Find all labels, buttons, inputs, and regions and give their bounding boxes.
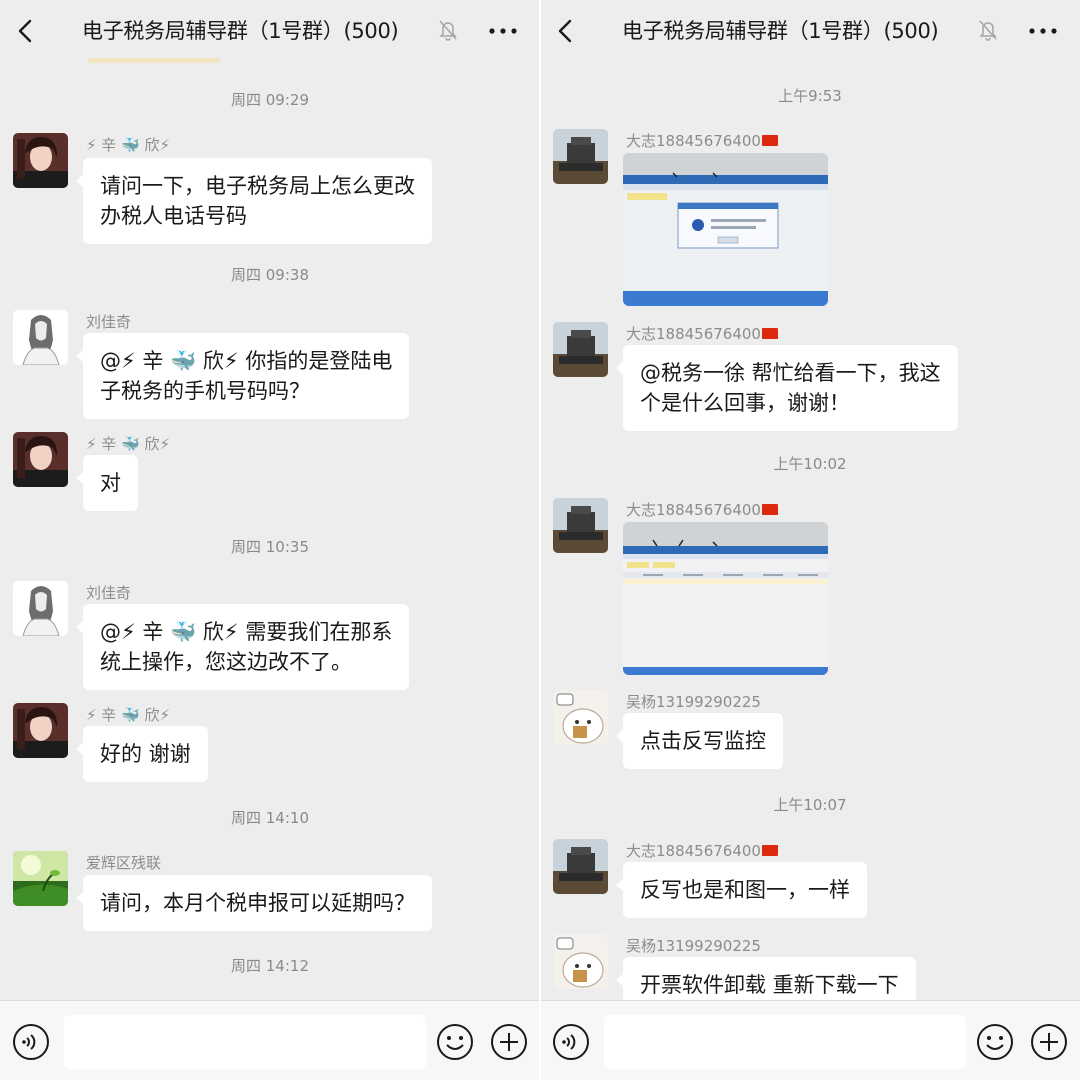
message-bubble[interactable]: 反写也是和图一，一样 xyxy=(616,862,867,918)
avatar-liujiaqi[interactable] xyxy=(13,581,68,636)
emoji-icon[interactable] xyxy=(436,1023,474,1061)
timestamp: 上午9:53 xyxy=(778,87,842,105)
input-bar xyxy=(540,1000,1080,1080)
message-bubble[interactable]: 请问一下，电子税务局上怎么更改 办税人电话号码 xyxy=(76,158,432,244)
timestamp: 周四 09:38 xyxy=(231,266,309,284)
message-line: 统上操作，您这边改不了。 xyxy=(100,650,352,674)
china-flag-icon xyxy=(761,328,778,339)
message-line: @税务一徐 帮忙给看一下，我这 xyxy=(640,361,941,385)
bell-off-icon xyxy=(979,20,997,41)
sender-label: 大志18845676400 xyxy=(626,325,761,343)
avatar-wuyang[interactable] xyxy=(553,934,608,989)
sender-name: 刘佳奇 xyxy=(86,584,132,602)
sender-name: ⚡ 辛 🐳 欣⚡ xyxy=(86,706,171,724)
message-line: 请问，本月个税申报可以延期吗？ xyxy=(100,891,415,915)
avatar-dazhi[interactable] xyxy=(553,498,608,553)
avatar-dazhi[interactable] xyxy=(553,322,608,377)
message-line: 好的 谢谢 xyxy=(100,742,191,766)
timestamp: 上午10:02 xyxy=(773,455,847,473)
message-line: @⚡ 辛 🐳 欣⚡ 需要我们在那系 xyxy=(100,620,393,644)
chat-title: 电子税务局辅导群（1号群）(500) xyxy=(82,19,399,43)
sender-name: 吴杨13199290225 xyxy=(626,937,761,955)
chevron-left-icon[interactable] xyxy=(14,16,36,46)
message-bubble[interactable]: @⚡ 辛 🐳 欣⚡ 你指的是登陆电 子税务的手机号码吗？ xyxy=(75,333,410,419)
timestamp: 周四 09:29 xyxy=(231,91,309,109)
message-line: 办税人电话号码 xyxy=(100,204,247,228)
message-line: 请问一下，电子税务局上怎么更改 xyxy=(100,174,415,198)
avatar-aihui[interactable] xyxy=(13,851,68,906)
china-flag-icon xyxy=(761,135,778,146)
timestamp: 周四 14:12 xyxy=(231,957,309,975)
sender-name: 吴杨13199290225 xyxy=(626,693,761,711)
avatar-dazhi[interactable] xyxy=(553,129,608,184)
message-bubble[interactable]: 对 xyxy=(76,455,138,511)
bell-off-icon xyxy=(439,20,457,41)
message-bubble[interactable]: 好的 谢谢 xyxy=(76,726,208,782)
chat-header: 电子税务局辅导群（1号群）(500) xyxy=(0,0,540,62)
plus-icon[interactable] xyxy=(1030,1023,1068,1061)
message-line: 对 xyxy=(100,471,121,495)
avatar-dazhi[interactable] xyxy=(553,839,608,894)
message-bubble[interactable]: 请问，本月个税申报可以延期吗？ xyxy=(76,875,432,931)
avatar-xin[interactable] xyxy=(13,703,68,758)
message-bubble[interactable]: @⚡ 辛 🐳 欣⚡ 需要我们在那系 统上操作，您这边改不了。 xyxy=(75,604,410,690)
timestamp: 周四 10:35 xyxy=(231,538,309,556)
screenshot-table-image xyxy=(623,522,828,675)
voice-icon[interactable] xyxy=(12,1023,50,1061)
sender-name: 大志18845676400 xyxy=(626,324,778,344)
sender-label: 大志18845676400 xyxy=(626,132,761,150)
timestamp: 上午10:07 xyxy=(773,796,847,814)
timestamp: 周四 14:10 xyxy=(231,809,309,827)
left-chat-panel: 电子税务局辅导群（1号群）(500) 周四 09:29 ⚡ 辛 🐳 欣⚡ 请问一… xyxy=(0,0,540,1080)
more-dots-icon[interactable] xyxy=(1026,18,1060,44)
message-bubble[interactable]: 点击反写监控 xyxy=(616,713,783,769)
emoji-icon[interactable] xyxy=(976,1023,1014,1061)
image-message[interactable] xyxy=(623,153,828,306)
panel-divider xyxy=(539,0,541,1080)
chevron-left-icon[interactable] xyxy=(554,16,576,46)
sender-name: 大志18845676400 xyxy=(626,500,778,520)
avatar-xin[interactable] xyxy=(13,133,68,188)
chat-header: 电子税务局辅导群（1号群）(500) xyxy=(540,0,1080,62)
more-dots-icon[interactable] xyxy=(486,18,520,44)
input-bar xyxy=(0,1000,540,1080)
message-line: @⚡ 辛 🐳 欣⚡ 你指的是登陆电 xyxy=(100,349,393,373)
sender-name: ⚡ 辛 🐳 欣⚡ xyxy=(86,435,171,453)
china-flag-icon xyxy=(761,504,778,515)
partial-image-strip xyxy=(88,58,220,63)
avatar-liujiaqi[interactable] xyxy=(13,310,68,365)
image-message[interactable] xyxy=(623,522,828,675)
avatar-wuyang[interactable] xyxy=(553,690,608,745)
sender-name: 爱辉区残联 xyxy=(86,854,162,872)
sender-name: 刘佳奇 xyxy=(86,313,132,331)
avatar-xin[interactable] xyxy=(13,432,68,487)
message-line: 子税务的手机号码吗？ xyxy=(100,379,310,403)
chat-title: 电子税务局辅导群（1号群）(500) xyxy=(622,19,939,43)
sender-name: 大志18845676400 xyxy=(626,841,778,861)
message-line: 点击反写监控 xyxy=(640,729,766,753)
sender-name: 大志18845676400 xyxy=(626,131,778,151)
sender-name: ⚡ 辛 🐳 欣⚡ xyxy=(86,136,171,154)
sender-label: 大志18845676400 xyxy=(626,501,761,519)
sender-label: 大志18845676400 xyxy=(626,842,761,860)
right-chat-panel: 电子税务局辅导群（1号群）(500) 上午9:53 大志18845676400 … xyxy=(540,0,1080,1080)
message-bubble[interactable]: @税务一徐 帮忙给看一下，我这 个是什么回事，谢谢！ xyxy=(616,345,958,431)
plus-icon[interactable] xyxy=(490,1023,528,1061)
split-screenshot: 电子税务局辅导群（1号群）(500) 周四 09:29 ⚡ 辛 🐳 欣⚡ 请问一… xyxy=(0,0,1080,1080)
message-line: 反写也是和图一，一样 xyxy=(640,878,850,902)
screenshot-dialog-image xyxy=(623,153,828,306)
message-input[interactable] xyxy=(604,1015,966,1069)
message-line: 开票软件卸载 重新下载一下 xyxy=(640,973,899,997)
message-input[interactable] xyxy=(64,1015,426,1069)
message-line: 个是什么回事，谢谢！ xyxy=(640,391,850,415)
china-flag-icon xyxy=(761,845,778,856)
voice-icon[interactable] xyxy=(552,1023,590,1061)
